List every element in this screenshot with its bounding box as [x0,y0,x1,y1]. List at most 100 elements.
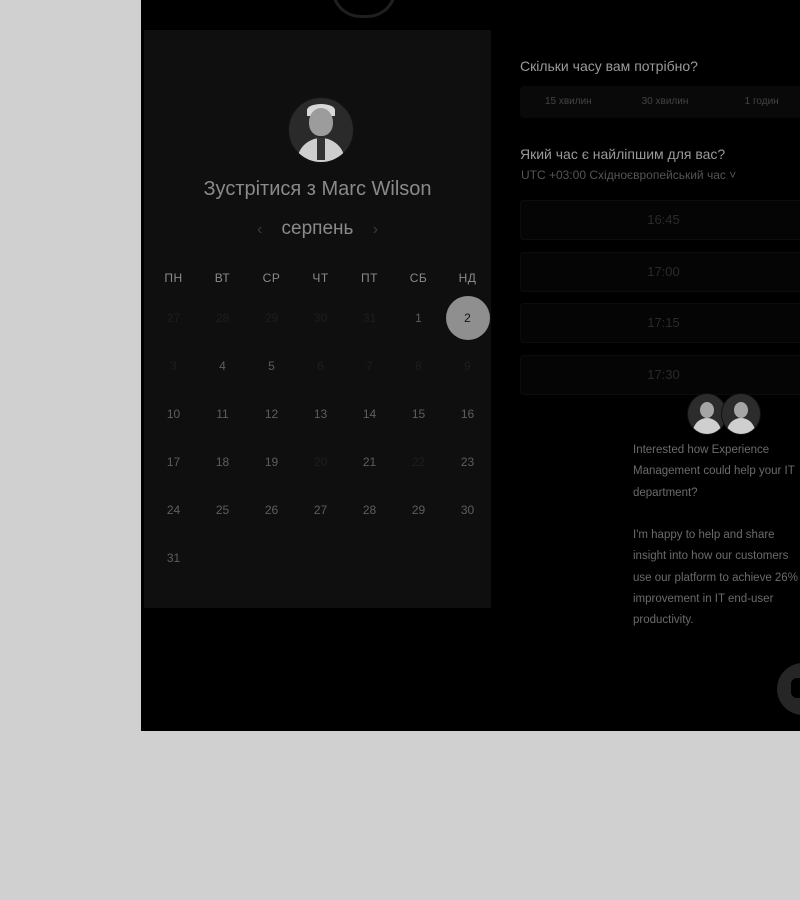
calendar-day [296,534,345,582]
calendar-day-number: 15 [411,407,426,421]
calendar-day: 20 [296,438,345,486]
calendar-day-number: 27 [313,503,328,517]
calendar-day-number: 17 [166,455,181,469]
scheduler-overlay: Зустрітися з Marc Wilson ‹ серпень › ПН В… [141,0,800,731]
calendar-day: 29 [247,294,296,342]
calendar-day-number: 24 [166,503,181,517]
calendar-day-number: 18 [215,455,230,469]
calendar-day[interactable]: 27 [296,486,345,534]
calendar-day[interactable]: 1 [394,294,443,342]
calendar-day[interactable]: 14 [345,390,394,438]
weekday-header: ЧТ [312,271,329,285]
calendar-day[interactable]: 5 [247,342,296,390]
duration-option[interactable]: 30 хвилин [617,86,714,118]
calendar-day [394,534,443,582]
calendar-day[interactable]: 18 [198,438,247,486]
calendar-day: 27 [149,294,198,342]
chat-launcher-button[interactable] [777,663,800,715]
calendar-day[interactable]: 10 [149,390,198,438]
calendar-day[interactable]: 19 [247,438,296,486]
calendar-day: 31 [345,294,394,342]
time-slot-button[interactable]: 17:15 [520,303,800,343]
calendar-day: 9 [443,342,492,390]
calendar-day[interactable]: 11 [198,390,247,438]
calendar-day [198,534,247,582]
calendar-day: 30 [296,294,345,342]
calendar-day-number: 30 [460,503,475,517]
calendar-day-number: 6 [317,359,324,373]
timezone-select[interactable]: UTC +03:00 Східноєвропейський час ˅ [521,168,736,182]
calendar-day[interactable]: 29 [394,486,443,534]
calendar-day: 28 [198,294,247,342]
calendar-day[interactable]: 16 [443,390,492,438]
calendar-day-number: 31 [166,551,181,565]
duration-question: Скільки часу вам потрібно? [520,58,698,74]
calendar-grid: ПН ВТ СР ЧТ ПТ СБ НД 27 28 29 30 31 1 2 3 4 5 6 7 8 9 10 11 12 1… [149,262,492,582]
calendar-day-number: 26 [264,503,279,517]
calendar-day[interactable]: 4 [198,342,247,390]
chat-message: Interested how Experience Management cou… [633,444,795,499]
calendar-day-number: 22 [411,455,426,469]
calendar-day[interactable]: 21 [345,438,394,486]
calendar-day-number: 10 [166,407,181,421]
calendar-day-number: 13 [313,407,328,421]
calendar-day[interactable]: 30 [443,486,492,534]
calendar-day-number: 23 [460,455,475,469]
weekday-header: ПН [164,271,183,285]
time-slot-button[interactable]: 16:45 [520,200,800,240]
brand-logo-icon [331,0,397,18]
calendar-day: 3 [149,342,198,390]
calendar-day-number: 30 [313,311,328,325]
calendar-day-number: 25 [215,503,230,517]
calendar-day-number: 1 [415,311,422,325]
duration-option[interactable]: 1 годин [713,86,800,118]
calendar-day-number: 7 [366,359,373,373]
calendar-day [345,534,394,582]
weekday-header: НД [458,271,477,285]
calendar-day: 8 [394,342,443,390]
calendar-day[interactable]: 13 [296,390,345,438]
calendar-day-number: 3 [170,359,177,373]
calendar-panel: Зустрітися з Marc Wilson ‹ серпень › ПН В… [144,30,491,608]
calendar-day: 6 [296,342,345,390]
calendar-day-number: 27 [166,311,181,325]
chat-bubble-icon [791,678,800,698]
calendar-day-selected[interactable]: 2 [443,294,492,342]
time-slot-button[interactable]: 17:00 [520,251,800,292]
calendar-day-number: 28 [362,503,377,517]
calendar-day-number: 8 [415,359,422,373]
calendar-day-number: 19 [264,455,279,469]
calendar-day[interactable]: 31 [149,534,198,582]
next-month-icon[interactable]: › [359,221,392,238]
weekday-header: ВТ [214,271,231,285]
calendar-day[interactable]: 12 [247,390,296,438]
calendar-day-number: 14 [362,407,377,421]
calendar-day[interactable]: 17 [149,438,198,486]
chat-message: I'm happy to help and share insight into… [633,529,798,627]
calendar-day [443,534,492,582]
chat-avatars [687,393,767,439]
duration-option[interactable]: 15 хвилин [520,86,617,118]
time-slot-button[interactable]: 17:30 [520,354,800,395]
calendar-day-number: 21 [362,455,377,469]
calendar-day: 22 [394,438,443,486]
calendar-day: 7 [345,342,394,390]
calendar-day-number: 2 [445,296,490,340]
calendar-day-number: 5 [268,359,275,373]
calendar-day [247,534,296,582]
calendar-day[interactable]: 26 [247,486,296,534]
weekday-header: ПТ [361,271,378,285]
meeting-title: Зустрітися з Marc Wilson [203,178,432,200]
weekday-header: СБ [409,271,428,285]
calendar-day-number: 4 [219,359,226,373]
calendar-day[interactable]: 15 [394,390,443,438]
prev-month-icon[interactable]: ‹ [243,221,276,238]
calendar-day-number: 12 [264,407,279,421]
calendar-day[interactable]: 28 [345,486,394,534]
calendar-day-number: 31 [362,311,377,325]
calendar-day[interactable]: 25 [198,486,247,534]
calendar-day[interactable]: 23 [443,438,492,486]
weekday-header: СР [262,271,281,285]
calendar-day[interactable]: 24 [149,486,198,534]
chat-avatar [721,393,761,435]
